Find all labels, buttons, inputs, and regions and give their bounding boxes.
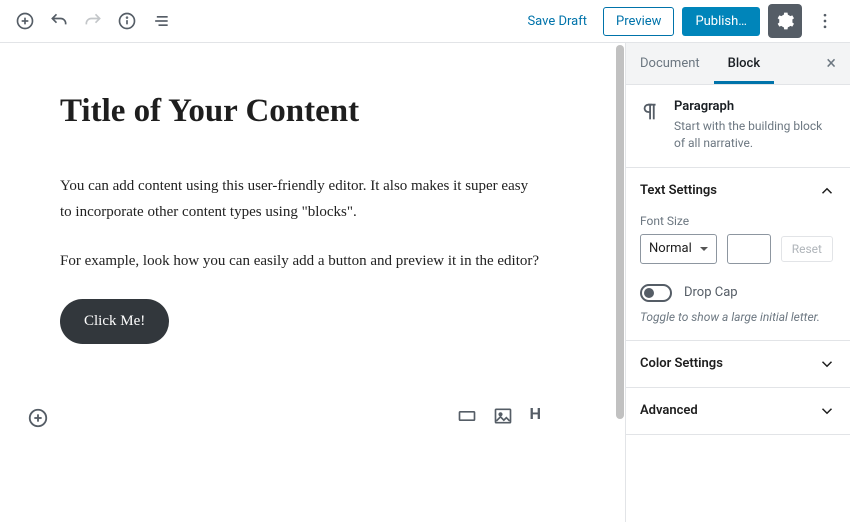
editor-canvas[interactable]: Title of Your Content You can add conten… (0, 43, 625, 522)
chevron-up-icon (818, 182, 836, 200)
block-appender: H (0, 404, 625, 432)
font-size-number-input[interactable] (727, 234, 771, 264)
editor-scrollbar[interactable] (616, 43, 624, 522)
drop-cap-toggle[interactable] (640, 284, 672, 302)
image-block-icon[interactable] (493, 406, 513, 430)
panel-title: Color Settings (640, 356, 723, 371)
font-size-reset-button[interactable]: Reset (781, 236, 833, 262)
block-navigation-button[interactable] (146, 6, 176, 36)
paragraph-block[interactable]: For example, look how you can easily add… (60, 249, 540, 275)
panel-title: Text Settings (640, 183, 717, 198)
rectangle-icon (457, 406, 477, 426)
plus-circle-icon (27, 407, 49, 429)
block-title: Paragraph (674, 99, 836, 114)
toolbar-right: Save Draft Preview Publish… (519, 4, 840, 38)
layout-block-icon[interactable] (457, 406, 477, 430)
block-description: Start with the building block of all nar… (674, 118, 836, 153)
sidebar-tabs: Document Block × (626, 43, 850, 85)
paragraph-icon (640, 101, 662, 123)
scrollbar-thumb[interactable] (616, 45, 624, 419)
panel-header-color-settings[interactable]: Color Settings (626, 341, 850, 387)
top-toolbar: Save Draft Preview Publish… (0, 0, 850, 43)
panel-advanced: Advanced (626, 388, 850, 435)
suggested-blocks: H (457, 406, 601, 430)
add-block-inline-button[interactable] (24, 404, 52, 432)
drop-cap-label: Drop Cap (684, 285, 738, 300)
settings-button[interactable] (768, 4, 802, 38)
publish-button[interactable]: Publish… (682, 7, 760, 36)
drop-cap-hint: Toggle to show a large initial letter. (640, 310, 836, 324)
editor-content: Title of Your Content You can add conten… (0, 43, 625, 364)
tab-block[interactable]: Block (714, 43, 774, 84)
add-block-button[interactable] (10, 6, 40, 36)
preview-button[interactable]: Preview (603, 7, 674, 36)
font-size-select[interactable]: Normal (640, 234, 717, 264)
panel-title: Advanced (640, 403, 698, 418)
settings-sidebar: Document Block × Paragraph Start with th… (625, 43, 850, 522)
image-icon (493, 406, 513, 426)
undo-icon (49, 11, 69, 31)
close-icon: × (826, 53, 836, 74)
main-area: Title of Your Content You can add conten… (0, 43, 850, 522)
block-summary: Paragraph Start with the building block … (626, 85, 850, 168)
toolbar-left (10, 6, 176, 36)
button-block[interactable]: Click Me! (60, 299, 169, 344)
chevron-down-icon (818, 355, 836, 373)
tab-document[interactable]: Document (626, 43, 714, 84)
chevron-down-icon (818, 402, 836, 420)
panel-header-advanced[interactable]: Advanced (626, 388, 850, 434)
paragraph-block[interactable]: You can add content using this user-frie… (60, 174, 540, 225)
panel-color-settings: Color Settings (626, 341, 850, 388)
undo-button[interactable] (44, 6, 74, 36)
plus-circle-icon (15, 11, 35, 31)
content-info-button[interactable] (112, 6, 142, 36)
info-icon (117, 11, 137, 31)
list-icon (151, 11, 171, 31)
save-draft-button[interactable]: Save Draft (519, 8, 595, 35)
heading-block-icon[interactable]: H (529, 406, 541, 430)
more-vertical-icon (815, 11, 835, 31)
post-title[interactable]: Title of Your Content (60, 93, 565, 130)
close-sidebar-button[interactable]: × (812, 53, 850, 74)
panel-body-text-settings: Font Size Normal Reset Drop Cap Toggle t… (626, 214, 850, 340)
font-size-label: Font Size (640, 214, 836, 228)
gear-icon (775, 11, 795, 31)
redo-icon (83, 11, 103, 31)
more-options-button[interactable] (810, 6, 840, 36)
redo-button (78, 6, 108, 36)
panel-header-text-settings[interactable]: Text Settings (626, 168, 850, 214)
panel-text-settings: Text Settings Font Size Normal Reset Dro… (626, 168, 850, 341)
